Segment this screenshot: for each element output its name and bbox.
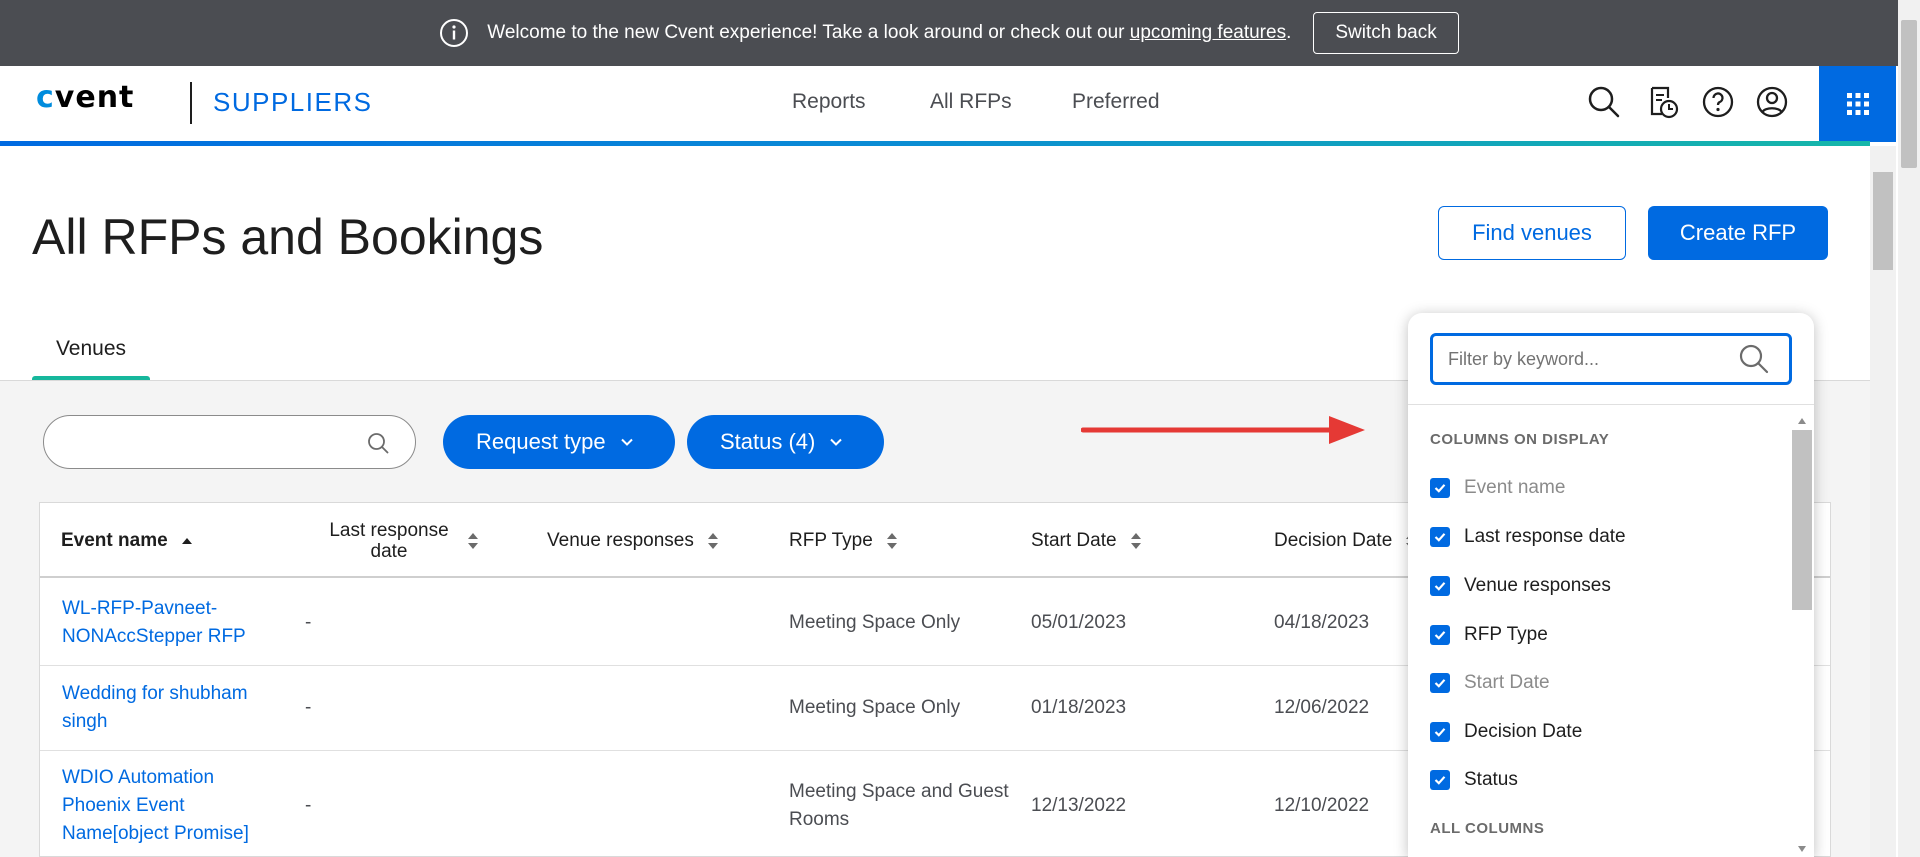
page-title: All RFPs and Bookings (32, 209, 544, 265)
col-start-date[interactable]: Start Date (1031, 503, 1143, 578)
column-option-start-date[interactable]: Start Date (1430, 669, 1550, 697)
create-rfp-button[interactable]: Create RFP (1648, 206, 1828, 260)
event-name-link[interactable]: WL-RFP-Pavneet- NONAccStepper RFP (62, 595, 246, 651)
report-schedule-icon[interactable] (1644, 84, 1680, 120)
column-picker-dropdown: COLUMNS ON DISPLAY Event name Last respo… (1408, 313, 1814, 857)
tab-venues[interactable]: Venues (32, 320, 150, 380)
column-option-rfp-type[interactable]: RFP Type (1430, 621, 1548, 649)
last-response-cell: - (305, 697, 312, 718)
request-type-label: Request type (476, 429, 606, 454)
chevron-down-icon (620, 438, 633, 446)
search-input[interactable] (43, 415, 416, 469)
decision-date-cell: 04/18/2023 (1274, 612, 1370, 633)
banner-text: Welcome to the new Cvent experience! Tak… (487, 22, 1292, 43)
cvent-logo[interactable]: cvent (36, 80, 134, 115)
section-all-columns: ALL COLUMNS (1430, 820, 1545, 837)
checkbox-checked-icon[interactable] (1430, 576, 1450, 596)
help-icon[interactable] (1700, 84, 1736, 120)
column-option-status[interactable]: Status (1430, 766, 1518, 794)
start-date-cell: 05/01/2023 (1031, 612, 1127, 633)
decision-date-cell: 12/06/2022 (1274, 697, 1370, 718)
chevron-down-icon (830, 438, 843, 446)
col-rfp-type[interactable]: RFP Type (789, 503, 899, 578)
upcoming-features-link[interactable]: upcoming features (1130, 22, 1286, 43)
column-option-venue-responses[interactable]: Venue responses (1430, 572, 1611, 600)
apps-grid-icon (1846, 93, 1869, 115)
search-icon[interactable] (367, 432, 389, 454)
announcement-banner: Welcome to the new Cvent experience! Tak… (0, 0, 1898, 66)
section-columns-on-display: COLUMNS ON DISPLAY (1430, 431, 1610, 448)
sort-asc-icon (181, 537, 192, 544)
nav-all-rfps[interactable]: All RFPs (930, 90, 1012, 114)
switch-back-button[interactable]: Switch back (1313, 12, 1459, 54)
find-venues-button[interactable]: Find venues (1438, 206, 1626, 260)
column-option-last-response-date[interactable]: Last response date (1430, 523, 1626, 551)
checkbox-checked-icon[interactable] (1430, 722, 1450, 742)
request-type-filter[interactable]: Request type (443, 415, 675, 469)
sort-icon (707, 532, 718, 549)
event-name-link[interactable]: WDIO Automation Phoenix Event Name[object … (62, 764, 249, 848)
search-icon[interactable] (1738, 343, 1770, 375)
decision-date-cell: 12/10/2022 (1274, 795, 1370, 816)
dropdown-divider (1408, 404, 1814, 405)
checkbox-checked-icon[interactable] (1430, 478, 1450, 498)
info-icon (440, 19, 469, 47)
header-gradient-bar (0, 141, 1870, 146)
start-date-cell: 12/13/2022 (1031, 795, 1127, 816)
checkbox-checked-icon[interactable] (1430, 527, 1450, 547)
product-name: SUPPLIERS (213, 87, 373, 117)
start-date-cell: 01/18/2023 (1031, 697, 1127, 718)
col-last-response-date[interactable]: Last response date (324, 503, 480, 578)
status-filter-label: Status (4) (720, 429, 816, 454)
sort-icon (886, 532, 897, 549)
last-response-cell: - (305, 795, 312, 816)
dropdown-scrollbar-thumb[interactable] (1792, 430, 1812, 610)
column-option-decision-date[interactable]: Decision Date (1430, 718, 1582, 746)
checkbox-checked-icon[interactable] (1430, 770, 1450, 790)
page-scrollbar-thumb[interactable] (1901, 20, 1917, 168)
column-option-event-name[interactable]: Event name (1430, 474, 1565, 502)
status-filter[interactable]: Status (4) (687, 415, 884, 469)
user-icon[interactable] (1754, 84, 1790, 120)
search-icon[interactable] (1586, 84, 1622, 120)
col-event-name[interactable]: Event name (61, 503, 194, 578)
logo-divider (190, 82, 192, 124)
event-name-link[interactable]: Wedding for shubham singh (62, 680, 248, 736)
sort-icon (468, 532, 478, 549)
last-response-cell: - (305, 612, 312, 633)
rfp-type-cell: Meeting Space and Guest Rooms (789, 781, 1009, 830)
nav-reports[interactable]: Reports (792, 90, 866, 114)
nav-preferred[interactable]: Preferred (1072, 90, 1160, 114)
checkbox-checked-icon[interactable] (1430, 625, 1450, 645)
sort-icon (1130, 532, 1141, 549)
annotation-arrow (1081, 416, 1365, 444)
apps-grid-button[interactable] (1819, 66, 1896, 142)
col-venue-responses[interactable]: Venue responses (547, 503, 720, 578)
rfp-type-cell: Meeting Space Only (789, 612, 961, 633)
content-scrollbar-thumb[interactable] (1873, 172, 1893, 270)
top-header: cvent SUPPLIERS Reports All RFPs Preferr… (0, 66, 1896, 144)
col-decision-date[interactable]: Decision Date (1274, 503, 1418, 578)
rfp-type-cell: Meeting Space Only (789, 697, 961, 718)
checkbox-checked-icon[interactable] (1430, 673, 1450, 693)
